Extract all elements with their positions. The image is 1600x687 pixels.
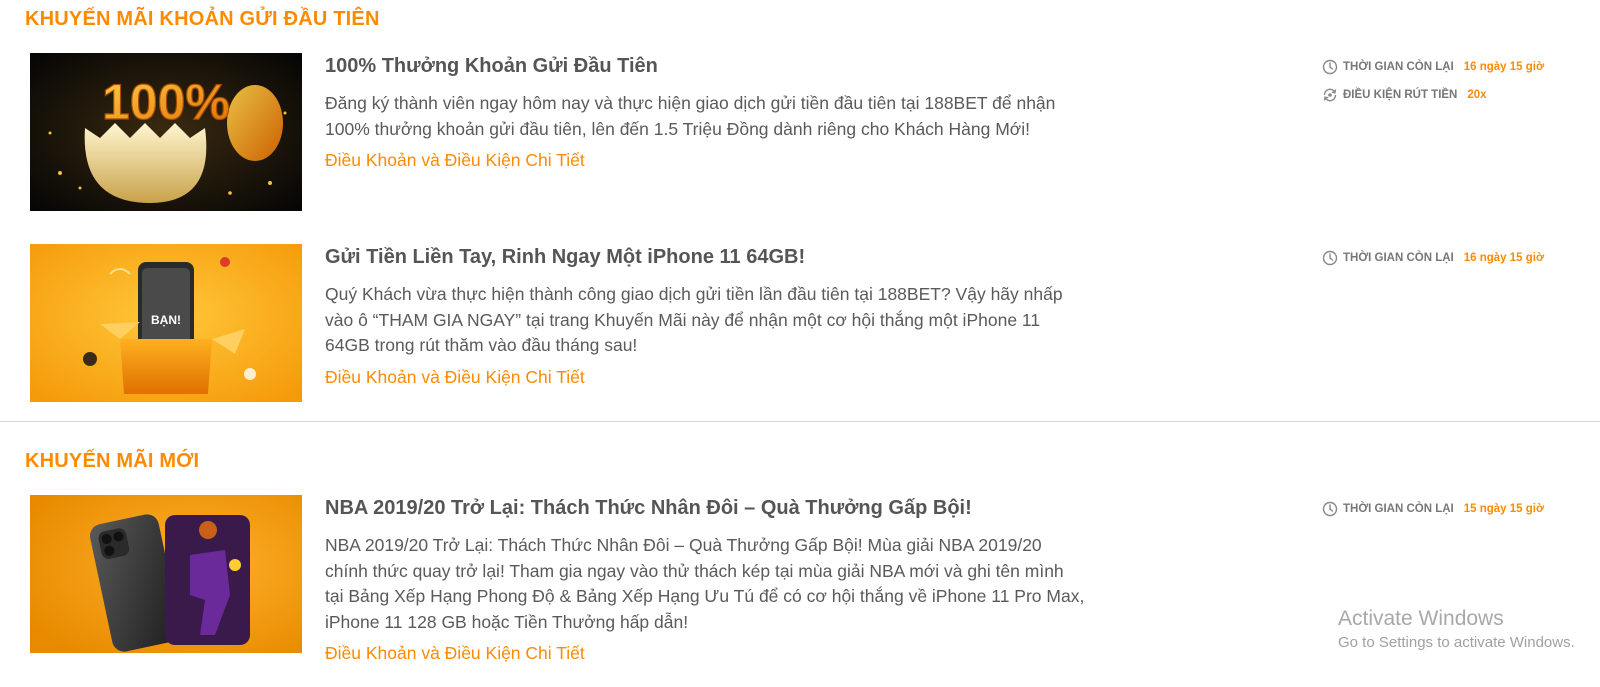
- time-remaining: THỜI GIAN CÒN LẠI 15 ngày 15 giờ: [1322, 499, 1572, 519]
- promo-title[interactable]: 100% Thưởng Khoản Gửi Đầu Tiên: [325, 53, 1085, 79]
- terms-link[interactable]: Điều Khoản và Điều Kiện Chi Tiết: [325, 367, 585, 388]
- nba-iphone-illustration: [30, 495, 302, 653]
- watermark-title: Activate Windows: [1338, 607, 1504, 630]
- clock-icon: [1322, 59, 1338, 75]
- watermark-subtitle: Go to Settings to activate Windows.: [1338, 634, 1575, 651]
- rollover-value: 20x: [1467, 89, 1487, 101]
- section-title-new-promotions: KHUYẾN MÃI MỚI: [25, 450, 200, 472]
- promo-image-text: 100%: [102, 74, 230, 130]
- promo-image-text: BẠN!: [151, 313, 181, 327]
- time-remaining-value: 15 ngày 15 giờ: [1463, 503, 1545, 515]
- rollover-requirement: ĐIỀU KIỆN RÚT TIỀN 20x: [1322, 85, 1572, 105]
- section-title-first-deposit: KHUYẾN MÃI KHOẢN GỬI ĐẦU TIÊN: [25, 8, 380, 30]
- promo-title[interactable]: Gửi Tiền Liền Tay, Rinh Ngay Một iPhone …: [325, 244, 1085, 270]
- clock-icon: [1322, 250, 1338, 266]
- rollover-icon: [1323, 88, 1337, 102]
- promo-image-iphone-gift[interactable]: BẠN!: [30, 244, 302, 402]
- clock-icon: [1322, 501, 1338, 517]
- terms-link[interactable]: Điều Khoản và Điều Kiện Chi Tiết: [325, 150, 585, 171]
- time-remaining: THỜI GIAN CÒN LẠI 16 ngày 15 giờ: [1322, 248, 1572, 268]
- iphone-gift-box-illustration: BẠN!: [30, 244, 302, 402]
- promo-title[interactable]: NBA 2019/20 Trở Lại: Thách Thức Nhân Đôi…: [325, 495, 1085, 521]
- time-remaining-value: 16 ngày 15 giờ: [1463, 252, 1545, 264]
- promo-info: 100% Thưởng Khoản Gửi Đầu Tiên Đăng ký t…: [325, 53, 1085, 171]
- promo-image-100-percent[interactable]: 100%: [30, 53, 302, 211]
- promo-image-nba-iphone[interactable]: [30, 495, 302, 653]
- promo-description: Đăng ký thành viên ngay hôm nay và thực …: [325, 93, 1056, 139]
- promo-info: Gửi Tiền Liền Tay, Rinh Ngay Một iPhone …: [325, 244, 1085, 388]
- time-remaining-label: THỜI GIAN CÒN LẠI: [1343, 252, 1454, 264]
- promo-info: NBA 2019/20 Trở Lại: Thách Thức Nhân Đôi…: [325, 495, 1085, 664]
- golden-egg-illustration: 100%: [30, 53, 302, 211]
- promo-meta: THỜI GIAN CÒN LẠI 15 ngày 15 giờ: [1322, 499, 1572, 527]
- time-remaining-value: 16 ngày 15 giờ: [1463, 61, 1545, 73]
- promo-description: Quý Khách vừa thực hiện thành công giao …: [325, 284, 1063, 355]
- promo-description: NBA 2019/20 Trở Lại: Thách Thức Nhân Đôi…: [325, 535, 1085, 632]
- rollover-label: ĐIỀU KIỆN RÚT TIỀN: [1343, 89, 1458, 101]
- time-remaining-label: THỜI GIAN CÒN LẠI: [1343, 503, 1454, 515]
- promo-meta: THỜI GIAN CÒN LẠI 16 ngày 15 giờ: [1322, 248, 1572, 276]
- windows-activation-watermark: Activate Windows Go to Settings to activ…: [1338, 606, 1575, 654]
- time-remaining: THỜI GIAN CÒN LẠI 16 ngày 15 giờ: [1322, 57, 1572, 77]
- promo-meta: THỜI GIAN CÒN LẠI 16 ngày 15 giờ ĐIỀU KI…: [1322, 57, 1572, 113]
- terms-link[interactable]: Điều Khoản và Điều Kiện Chi Tiết: [325, 643, 585, 664]
- section-divider: [0, 421, 1600, 422]
- time-remaining-label: THỜI GIAN CÒN LẠI: [1343, 61, 1454, 73]
